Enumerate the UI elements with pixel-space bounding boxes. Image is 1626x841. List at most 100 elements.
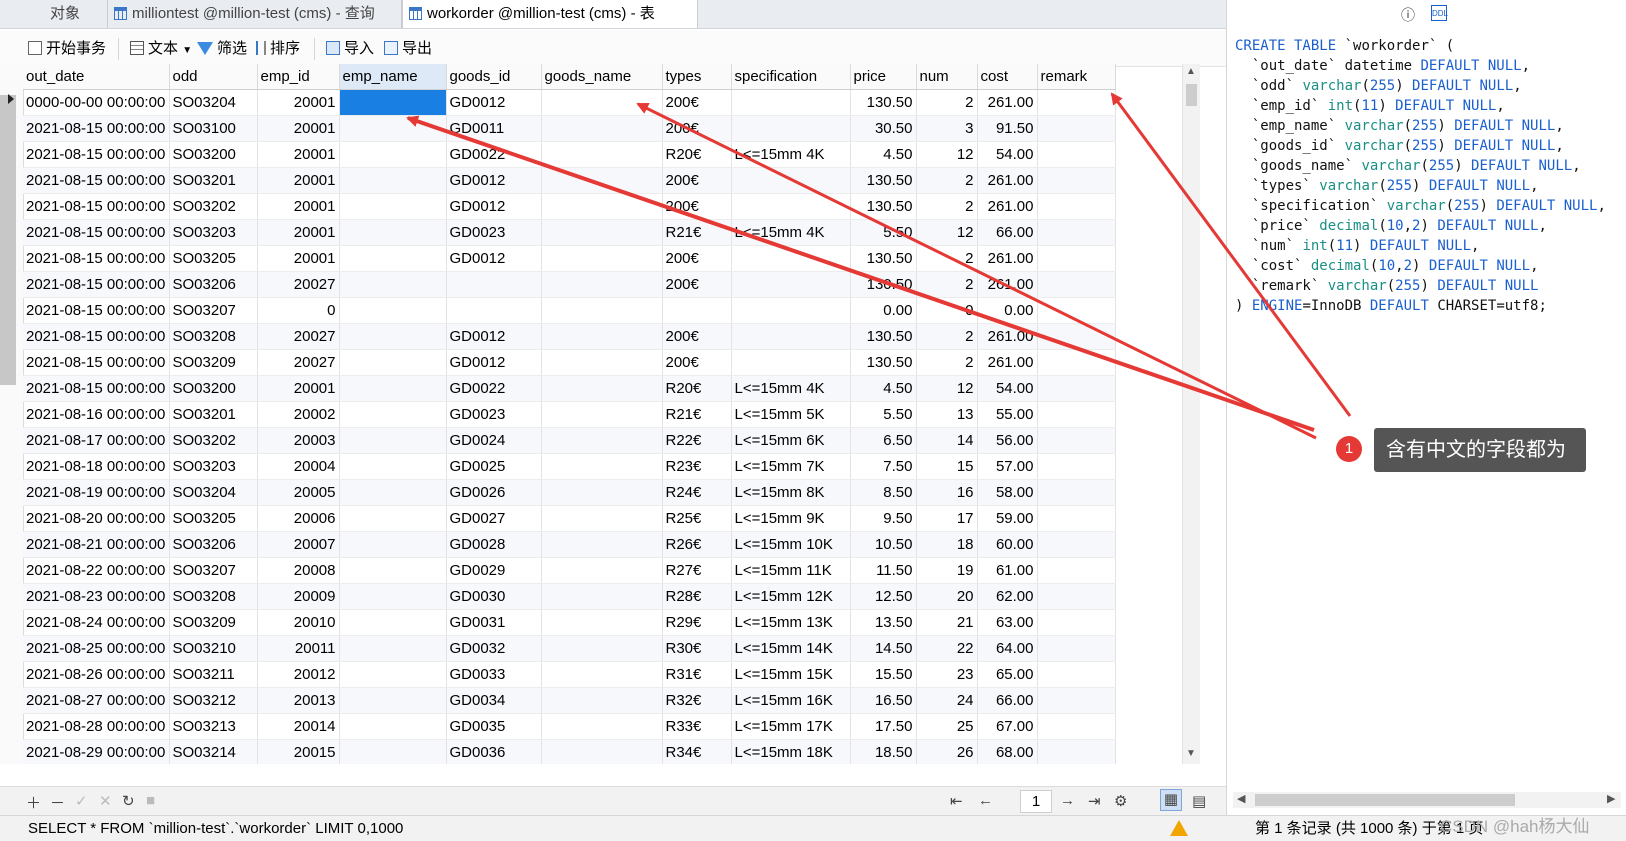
cell-remark[interactable] <box>1037 454 1115 480</box>
cell-specification[interactable]: L<=15mm 4K <box>731 220 850 246</box>
cell-goods-id[interactable]: GD0032 <box>446 636 541 662</box>
cell-out-date[interactable]: 2021-08-15 00:00:00 <box>23 194 169 220</box>
cell-cost[interactable]: 54.00 <box>977 142 1037 168</box>
cell-remark[interactable] <box>1037 194 1115 220</box>
apply-icon[interactable]: ✓ <box>75 792 88 810</box>
cell-emp-id[interactable]: 20005 <box>257 480 339 506</box>
cell-remark[interactable] <box>1037 532 1115 558</box>
cell-remark[interactable] <box>1037 142 1115 168</box>
cell-specification[interactable]: L<=15mm 11K <box>731 558 850 584</box>
add-record-icon[interactable]: ＋ <box>26 792 41 813</box>
table-row[interactable]: 2021-08-15 00:00:00SO0320320001GD0023R21… <box>23 220 1115 246</box>
cell-emp-name[interactable] <box>339 376 446 402</box>
cell-out-date[interactable]: 2021-08-15 00:00:00 <box>23 142 169 168</box>
table-row[interactable]: 2021-08-22 00:00:00SO0320720008GD0029R27… <box>23 558 1115 584</box>
cell-out-date[interactable]: 2021-08-28 00:00:00 <box>23 714 169 740</box>
cell-remark[interactable] <box>1037 298 1115 324</box>
column-header-goods-id[interactable]: goods_id <box>446 64 541 90</box>
table-row[interactable]: 2021-08-26 00:00:00SO0321120012GD0033R31… <box>23 662 1115 688</box>
cell-emp-name[interactable] <box>339 246 446 272</box>
cell-types[interactable]: 200€ <box>662 272 731 298</box>
cell-goods-name[interactable] <box>541 246 662 272</box>
cell-goods-name[interactable] <box>541 532 662 558</box>
scroll-left-icon[interactable]: ◀ <box>1237 792 1245 805</box>
table-row[interactable]: 2021-08-18 00:00:00SO0320320004GD0025R23… <box>23 454 1115 480</box>
column-header-types[interactable]: types <box>662 64 731 90</box>
cell-goods-id[interactable] <box>446 272 541 298</box>
column-header-emp-name[interactable]: emp_name <box>339 64 446 90</box>
table-row[interactable]: 2021-08-19 00:00:00SO0320420005GD0026R24… <box>23 480 1115 506</box>
cell-cost[interactable]: 261.00 <box>977 324 1037 350</box>
begin-transaction-button[interactable]: 开始事务 <box>28 39 106 59</box>
cell-types[interactable]: 200€ <box>662 194 731 220</box>
first-page-icon[interactable]: ⇤ <box>950 792 963 810</box>
table-row[interactable]: 2021-08-15 00:00:00SO0320220001GD0012200… <box>23 194 1115 220</box>
cell-price[interactable]: 130.50 <box>850 90 916 116</box>
cell-emp-id[interactable]: 20006 <box>257 506 339 532</box>
table-row[interactable]: 2021-08-15 00:00:00SO0310020001GD0011200… <box>23 116 1115 142</box>
cell-specification[interactable] <box>731 194 850 220</box>
cell-num[interactable]: 17 <box>916 506 977 532</box>
cell-goods-id[interactable]: GD0036 <box>446 740 541 765</box>
page-number-field[interactable]: 1 <box>1020 790 1052 813</box>
cell-specification[interactable]: L<=15mm 9K <box>731 506 850 532</box>
cell-goods-id[interactable]: GD0026 <box>446 480 541 506</box>
cell-price[interactable]: 4.50 <box>850 376 916 402</box>
cell-specification[interactable]: L<=15mm 4K <box>731 142 850 168</box>
cell-emp-id[interactable]: 20013 <box>257 688 339 714</box>
next-page-icon[interactable]: → <box>1060 792 1075 809</box>
cell-emp-name[interactable] <box>339 740 446 765</box>
cell-num[interactable]: 26 <box>916 740 977 765</box>
cell-goods-name[interactable] <box>541 740 662 765</box>
cell-cost[interactable]: 261.00 <box>977 272 1037 298</box>
cell-emp-name[interactable] <box>339 636 446 662</box>
cell-goods-id[interactable]: GD0011 <box>446 116 541 142</box>
cell-price[interactable]: 18.50 <box>850 740 916 765</box>
cell-cost[interactable]: 66.00 <box>977 220 1037 246</box>
cell-specification[interactable]: L<=15mm 8K <box>731 480 850 506</box>
cell-emp-name[interactable] <box>339 194 446 220</box>
cell-types[interactable]: R28€ <box>662 584 731 610</box>
ddl-icon[interactable]: DDL <box>1431 5 1447 21</box>
cell-odd[interactable]: SO03202 <box>169 428 257 454</box>
last-page-icon[interactable]: ⇥ <box>1088 792 1101 810</box>
cell-price[interactable]: 14.50 <box>850 636 916 662</box>
cell-cost[interactable]: 59.00 <box>977 506 1037 532</box>
cell-goods-name[interactable] <box>541 636 662 662</box>
cell-emp-id[interactable]: 20011 <box>257 636 339 662</box>
cell-goods-name[interactable] <box>541 506 662 532</box>
cell-out-date[interactable]: 2021-08-15 00:00:00 <box>23 350 169 376</box>
cell-price[interactable]: 8.50 <box>850 480 916 506</box>
cell-num[interactable]: 12 <box>916 376 977 402</box>
cell-odd[interactable]: SO03214 <box>169 740 257 765</box>
cell-goods-id[interactable]: GD0012 <box>446 90 541 116</box>
cell-emp-id[interactable]: 20001 <box>257 116 339 142</box>
cell-goods-name[interactable] <box>541 350 662 376</box>
cell-odd[interactable]: SO03203 <box>169 454 257 480</box>
cell-types[interactable]: R26€ <box>662 532 731 558</box>
column-header-remark[interactable]: remark <box>1037 64 1115 90</box>
cell-goods-id[interactable] <box>446 298 541 324</box>
cell-specification[interactable]: L<=15mm 17K <box>731 714 850 740</box>
cell-price[interactable]: 130.50 <box>850 168 916 194</box>
cell-types[interactable]: R22€ <box>662 428 731 454</box>
column-header-cost[interactable]: cost <box>977 64 1037 90</box>
cell-num[interactable]: 2 <box>916 168 977 194</box>
cell-emp-name[interactable] <box>339 558 446 584</box>
cell-emp-name[interactable] <box>339 662 446 688</box>
cell-specification[interactable]: L<=15mm 18K <box>731 740 850 765</box>
cell-num[interactable]: 25 <box>916 714 977 740</box>
column-header-odd[interactable]: odd <box>169 64 257 90</box>
cell-goods-id[interactable]: GD0022 <box>446 376 541 402</box>
table-row[interactable]: 2021-08-15 00:00:00SO0320120001GD0012200… <box>23 168 1115 194</box>
cell-price[interactable]: 7.50 <box>850 454 916 480</box>
settings-gear-icon[interactable]: ⚙ <box>1114 792 1127 810</box>
cell-goods-id[interactable]: GD0029 <box>446 558 541 584</box>
grid-view-icon[interactable]: ▦ <box>1160 789 1182 811</box>
table-row[interactable]: 2021-08-15 00:00:00SO0320920027GD0012200… <box>23 350 1115 376</box>
cell-emp-name[interactable] <box>339 584 446 610</box>
cell-goods-id[interactable]: GD0025 <box>446 454 541 480</box>
cell-remark[interactable] <box>1037 506 1115 532</box>
cell-types[interactable]: R31€ <box>662 662 731 688</box>
cell-cost[interactable]: 64.00 <box>977 636 1037 662</box>
